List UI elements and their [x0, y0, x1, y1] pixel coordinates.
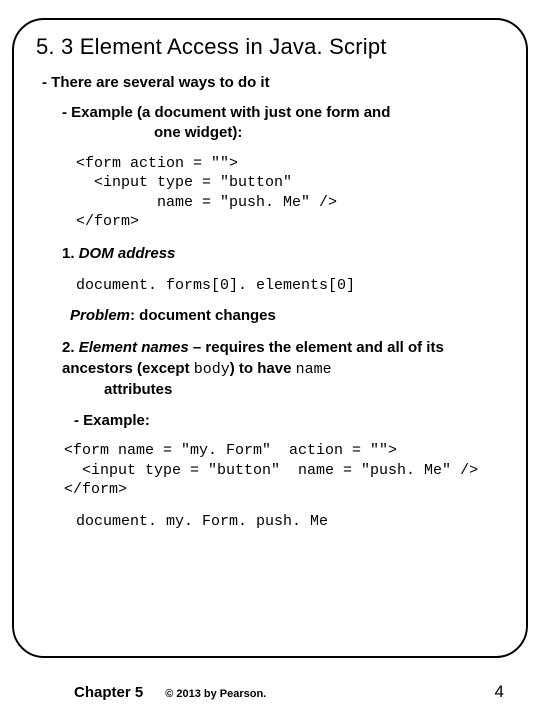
- footer-left-group: Chapter 5 © 2013 by Pearson.: [74, 684, 266, 701]
- item-2-number: 2.: [62, 339, 79, 356]
- example-line1: - Example (a document with just one form…: [62, 104, 390, 121]
- page-number: 4: [495, 682, 504, 702]
- code-block-4: document. my. Form. push. Me: [76, 512, 504, 532]
- chapter-label: Chapter 5: [74, 684, 143, 701]
- example-header: - Example (a document with just one form…: [62, 103, 504, 144]
- item-2-text-c: attributes: [104, 381, 172, 398]
- inline-code-name: name: [296, 361, 332, 378]
- item-2-text-b: ) to have: [230, 360, 296, 377]
- problem-rest: : document changes: [130, 307, 276, 324]
- item-2: 2. Element names – requires the element …: [62, 338, 504, 400]
- intro-line: - There are several ways to do it: [42, 74, 504, 91]
- code-block-1: <form action = ""> <input type = "button…: [76, 154, 504, 232]
- inline-code-body: body: [194, 361, 230, 378]
- footer: Chapter 5 © 2013 by Pearson. 4: [0, 682, 540, 702]
- item-1-title: DOM address: [79, 245, 176, 262]
- problem-prefix: Problem: [70, 307, 130, 324]
- slide-title: 5. 3 Element Access in Java. Script: [36, 34, 504, 60]
- code-block-3: <form name = "my. Form" action = ""> <in…: [64, 441, 504, 500]
- slide: 5. 3 Element Access in Java. Script - Th…: [0, 0, 540, 720]
- example-line2: one widget):: [154, 123, 504, 143]
- item-1: 1. DOM address: [62, 244, 504, 264]
- problem-line: Problem: document changes: [70, 307, 504, 324]
- item-1-number: 1.: [62, 245, 79, 262]
- copyright-label: © 2013 by Pearson.: [165, 688, 266, 700]
- content-frame: 5. 3 Element Access in Java. Script - Th…: [12, 18, 528, 658]
- item-2-title: Element names: [79, 339, 189, 356]
- code-block-2: document. forms[0]. elements[0]: [76, 276, 504, 296]
- sub-example: - Example:: [74, 412, 504, 429]
